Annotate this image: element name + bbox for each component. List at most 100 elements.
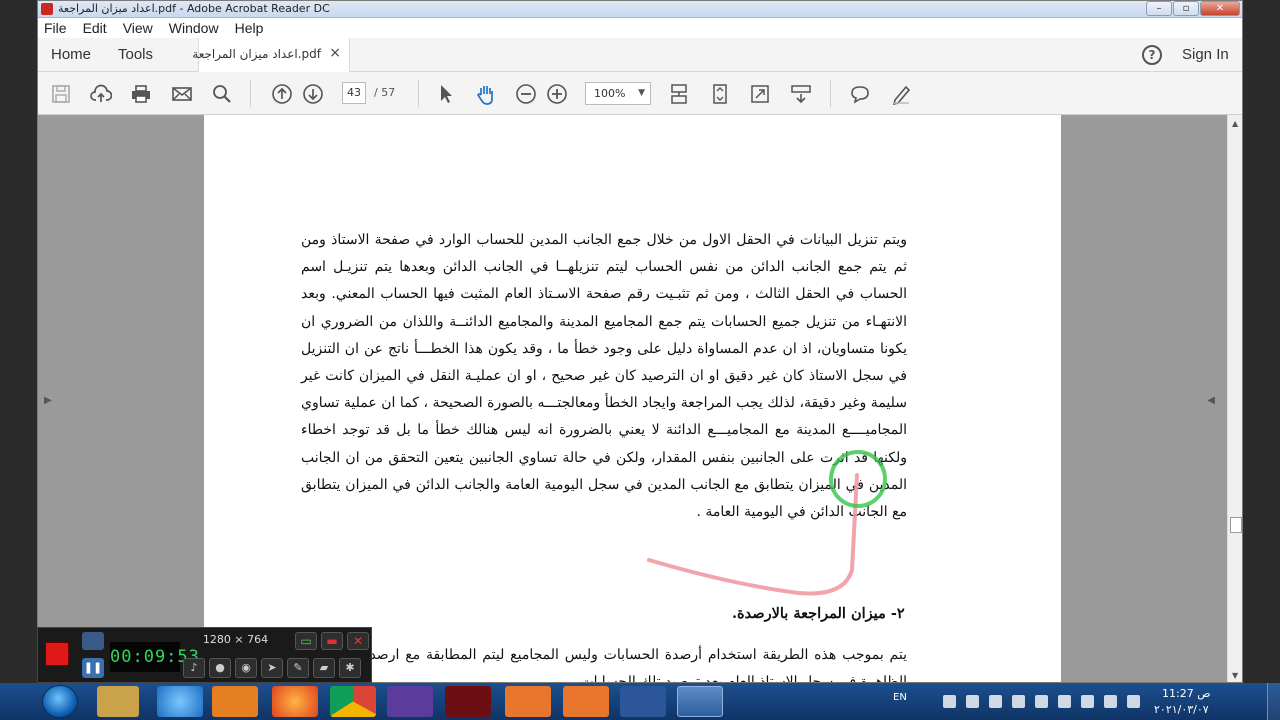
fit-page-icon[interactable] [709,83,731,105]
scroll-up-icon[interactable]: ▲ [1232,119,1238,128]
tray-icon[interactable] [989,695,1002,708]
hand-tool-icon[interactable] [475,83,497,105]
recorder-app-icon[interactable] [563,686,609,717]
language-indicator[interactable]: EN [893,692,907,703]
word-icon[interactable] [620,686,666,717]
next-page-icon[interactable] [302,83,324,105]
close-window-button[interactable]: ✕ [1200,1,1240,16]
zoom-out-icon[interactable] [515,83,537,105]
clock-time[interactable]: ص 11:27 [1162,687,1211,700]
area-select-icon[interactable]: ▭ [295,632,317,650]
maximize-button[interactable]: ▫ [1173,1,1199,16]
email-icon[interactable] [171,83,193,105]
start-button[interactable] [42,685,78,718]
zoom-value: 100% [594,87,626,100]
recording-timer: 00:09:53 [110,642,199,672]
help-icon[interactable]: ? [1142,45,1162,65]
vertical-scrollbar[interactable]: ▲ ▼ [1227,115,1242,682]
print-icon[interactable] [130,83,152,105]
acrobat-taskbar-icon[interactable] [677,686,723,717]
tab-document[interactable]: اعداد ميزان المراجعة.pdf × [192,38,350,72]
window-title: اعداد ميزان المراجعة.pdf - Adobe Acrobat… [58,2,330,15]
internet-explorer-icon[interactable] [157,686,203,717]
zoom-select[interactable]: 100% ▼ [585,82,651,105]
webcam-toggle-icon[interactable]: ◉ [235,658,257,678]
scroll-thumb[interactable] [1230,517,1242,533]
network-icon[interactable] [1081,695,1094,708]
collapse-left-pane-icon[interactable]: ▶ [44,395,52,406]
volume-icon[interactable] [1104,695,1117,708]
page-number-input[interactable]: 43 [342,82,366,104]
tray-icon[interactable] [1012,695,1025,708]
clock-date[interactable]: ٢٠٢١/٠٣/٠٧ [1154,703,1209,716]
tab-bar: Home Tools اعداد ميزان المراجعة.pdf × ? … [38,38,1242,72]
menu-file[interactable]: File [44,20,67,36]
explorer-icon[interactable] [97,686,139,717]
menu-edit[interactable]: Edit [83,20,107,36]
visual-studio-icon[interactable] [387,686,433,717]
sign-in-link[interactable]: Sign In [1182,46,1229,63]
previous-page-icon[interactable] [271,83,293,105]
tab-tools[interactable]: Tools [118,46,153,63]
collapse-right-pane-icon[interactable]: ◀ [1207,395,1215,406]
close-tab-icon[interactable]: × [329,45,341,61]
tray-icon[interactable] [1127,695,1140,708]
firefox-icon[interactable] [272,686,318,717]
paragraph: يتم بموجب هذه الطريقة استخدام أرصدة الحس… [301,647,907,683]
read-mode-icon[interactable] [790,83,812,105]
menu-view[interactable]: View [123,20,153,36]
document-area[interactable]: ▶ ويتم تنزيل البيانات في الحقل الاول من … [38,115,1227,683]
select-arrow-icon[interactable] [435,83,457,105]
acrobat-app-icon [41,3,53,15]
recording-resolution: 1280 × 764 [202,633,269,646]
app-icon[interactable] [445,686,491,717]
document-tab-label: اعداد ميزان المراجعة.pdf [192,47,321,61]
tray-icon[interactable] [943,695,956,708]
microphone-icon[interactable]: ● [209,658,231,678]
close-recorder-icon[interactable]: ✕ [347,632,369,650]
upload-cloud-icon[interactable] [90,83,113,105]
speaker-icon[interactable]: ♪ [183,658,205,678]
screen-recorder-panel: ❚❚ 00:09:53 1280 × 764 ▭ ▬ ✕ ♪ ● ◉ ➤ ✎ ▰… [37,627,372,683]
pdf-page: ويتم تنزيل البيانات في الحقل الاول من خل… [204,115,1061,683]
toolbar-separator [418,80,419,107]
cursor-icon[interactable]: ➤ [261,658,283,678]
section-heading: ٢- ميزان المراجعة بالارصدة. [732,605,905,622]
menu-window[interactable]: Window [169,20,219,36]
settings-gear-icon[interactable]: ✱ [339,658,361,678]
annotation-stroke [647,473,859,596]
draw-icon[interactable]: ✎ [287,658,309,678]
scrolling-mode-icon[interactable] [668,83,690,105]
page-total: / 57 [374,86,396,99]
save-icon[interactable] [50,83,72,105]
tab-home[interactable]: Home [51,46,91,63]
stop-record-button[interactable] [45,642,69,666]
full-screen-icon[interactable] [749,83,771,105]
minimize-recorder-icon[interactable]: ▬ [321,632,343,650]
webcam-icon[interactable] [82,632,104,650]
taskbar: EN ص 11:27 ٢٠٢١/٠٣/٠٧ [0,683,1280,720]
minimize-button[interactable]: – [1146,1,1172,16]
chevron-down-icon: ▼ [638,88,645,98]
pause-icon[interactable]: ❚❚ [82,658,104,678]
comment-icon[interactable] [849,83,871,105]
acrobat-window: اعداد ميزان المراجعة.pdf - Adobe Acrobat… [37,0,1243,683]
search-icon[interactable] [211,83,233,105]
recorder-app-icon[interactable] [505,686,551,717]
pen-icon[interactable] [890,83,912,106]
toolbar: 43 / 57 100% ▼ [38,72,1242,115]
scroll-down-icon[interactable]: ▼ [1232,671,1238,680]
toolbar-separator [250,80,251,107]
chrome-icon[interactable] [330,686,376,717]
menu-help[interactable]: Help [235,20,264,36]
tray-icon[interactable] [1035,695,1048,708]
title-bar: اعداد ميزان المراجعة.pdf - Adobe Acrobat… [38,1,1242,18]
tray-icon[interactable] [1058,695,1071,708]
tray-icon[interactable] [966,695,979,708]
media-player-icon[interactable] [212,686,258,717]
folder-icon[interactable]: ▰ [313,658,335,678]
menu-bar: File Edit View Window Help [38,18,1242,38]
show-desktop-button[interactable] [1267,683,1280,720]
toolbar-separator [830,80,831,107]
zoom-in-icon[interactable] [546,83,568,105]
